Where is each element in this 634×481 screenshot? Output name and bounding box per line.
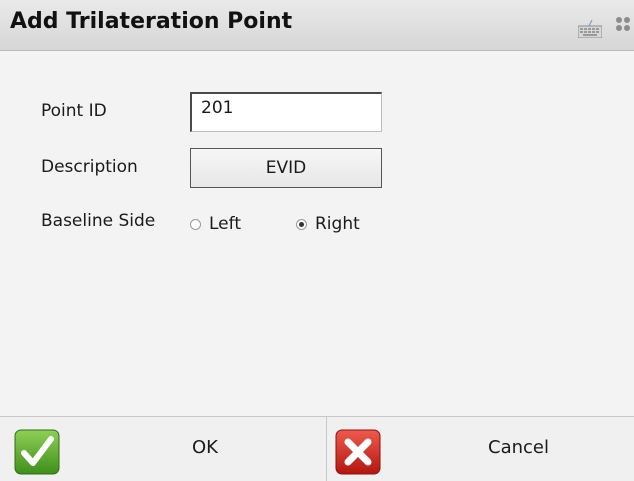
point-id-label: Point ID	[41, 101, 107, 121]
radio-right-label[interactable]: Right	[315, 214, 360, 234]
title-bar: Add Trilateration Point	[0, 0, 634, 51]
button-bar: OK Cancel	[0, 416, 634, 481]
cancel-button-label[interactable]: Cancel	[488, 437, 549, 458]
description-label: Description	[41, 157, 138, 177]
ok-button-label[interactable]: OK	[192, 437, 218, 458]
check-icon[interactable]	[14, 429, 60, 475]
radio-left-indicator[interactable]	[190, 218, 201, 230]
radio-right-indicator[interactable]	[296, 218, 307, 230]
window-title: Add Trilateration Point	[10, 9, 293, 34]
cancel-button[interactable]: Cancel	[327, 417, 634, 481]
baseline-side-radio-group: Left Right	[190, 212, 390, 236]
radio-left-label[interactable]: Left	[209, 214, 241, 234]
grip-icon[interactable]	[614, 12, 634, 38]
keyboard-icon[interactable]	[578, 20, 602, 38]
description-button[interactable]: EVID	[190, 148, 382, 188]
radio-left[interactable]: Left	[190, 212, 241, 236]
point-id-input[interactable]: 201	[190, 92, 382, 132]
baseline-side-label: Baseline Side	[41, 211, 156, 231]
ok-button[interactable]: OK	[0, 417, 326, 481]
close-x-icon[interactable]	[335, 429, 381, 475]
radio-right[interactable]: Right	[296, 212, 360, 236]
